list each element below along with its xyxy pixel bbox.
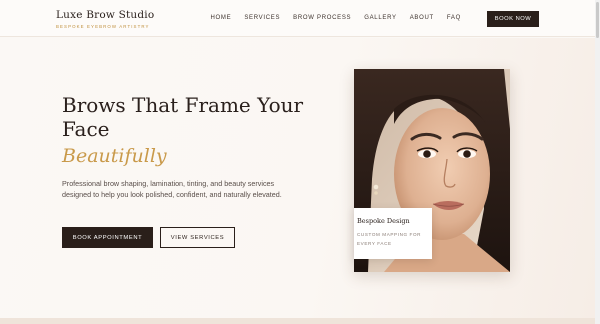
hero-title-accent: Beautifully bbox=[62, 145, 167, 167]
book-now-button[interactable]: BOOK NOW bbox=[487, 11, 539, 27]
hero-title-line-2: Face bbox=[62, 117, 110, 141]
feature-card-text: CUSTOM MAPPING FOR EVERY FACE bbox=[357, 232, 422, 246]
feature-card-title: Bespoke Design bbox=[357, 217, 410, 225]
hero-description: Professional brow shaping, lamination, t… bbox=[62, 179, 282, 199]
scrollbar-thumb[interactable] bbox=[596, 2, 599, 38]
nav-item-services[interactable]: SERVICES bbox=[244, 15, 280, 21]
brand-name: Luxe Brow Studio bbox=[56, 9, 155, 21]
main-nav: HOME SERVICES BROW PROCESS GALLERY ABOUT… bbox=[198, 15, 462, 21]
book-appointment-button[interactable]: BOOK APPOINTMENT bbox=[62, 227, 153, 248]
page-scrollbar[interactable] bbox=[595, 0, 600, 324]
nav-item-brow-process[interactable]: BROW PROCESS bbox=[293, 15, 351, 21]
nav-item-faq[interactable]: FAQ bbox=[447, 15, 461, 21]
nav-item-about[interactable]: ABOUT bbox=[410, 15, 434, 21]
site-header: Luxe Brow Studio BESPOKE EYEBROW ARTISTR… bbox=[0, 0, 595, 37]
brand-logo[interactable]: Luxe Brow Studio BESPOKE EYEBROW ARTISTR… bbox=[56, 9, 154, 29]
nav-item-gallery[interactable]: GALLERY bbox=[364, 15, 396, 21]
hero-title: Brows That Frame Your Face bbox=[62, 93, 322, 141]
brand-tagline: BESPOKE EYEBROW ARTISTRY bbox=[56, 24, 150, 29]
next-section-edge bbox=[0, 318, 595, 324]
feature-card: Bespoke Design CUSTOM MAPPING FOR EVERY … bbox=[354, 208, 432, 259]
hero-title-line-1: Brows That Frame Your bbox=[62, 93, 304, 117]
nav-item-home[interactable]: HOME bbox=[211, 15, 232, 21]
view-services-button[interactable]: VIEW SERVICES bbox=[160, 227, 235, 248]
